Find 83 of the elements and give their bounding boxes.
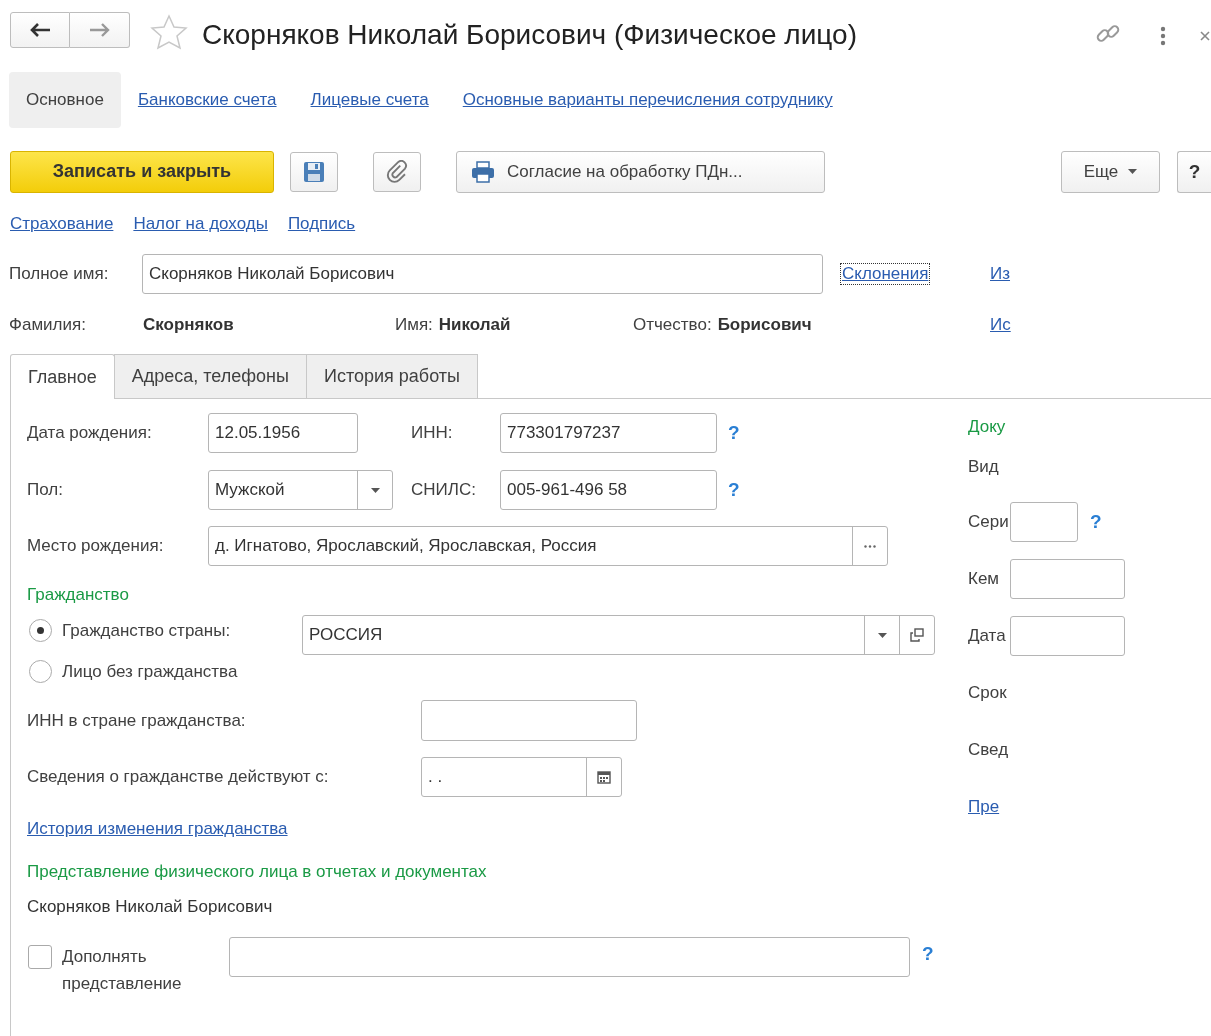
link[interactable]: История изменения гражданства — [27, 819, 288, 838]
date-field[interactable]: . . — [421, 757, 622, 797]
link[interactable]: Налог на доходы — [133, 214, 268, 234]
tab[interactable]: История работы — [306, 354, 478, 399]
checkbox-label: Дополнять представление — [62, 946, 183, 995]
input-field[interactable]: д. Игнатово, Ярославский, Ярославская, Россия — [208, 526, 888, 566]
field-label: Вид — [968, 457, 999, 477]
field-label: Свед — [968, 740, 1009, 760]
help-button[interactable]: ? — [1177, 150, 1211, 193]
field-value: Скорняков — [143, 315, 234, 335]
section-link[interactable]: Основное — [9, 72, 121, 128]
field-label: Дата — [968, 626, 1007, 646]
radio-label: Лицо без гражданства — [62, 661, 238, 682]
ellipsis-icon — [864, 544, 876, 548]
section-link[interactable]: Лицевые счета — [293, 72, 446, 128]
field-label: ИНН: — [411, 423, 454, 443]
help-link[interactable]: ? — [1090, 511, 1102, 533]
field-label: Фамилия: — [9, 315, 87, 335]
tab[interactable]: Главное — [10, 354, 115, 399]
help-link[interactable]: ? — [728, 479, 740, 501]
window-title: Скорняков Николай Борисович (Физическое лицо) — [202, 19, 857, 51]
tab[interactable]: Адреса, телефоны — [113, 354, 307, 399]
link[interactable]: Склонения — [840, 263, 931, 285]
input-field[interactable] — [1010, 616, 1125, 656]
arrow-right-icon — [88, 22, 111, 38]
link[interactable]: Ис — [990, 315, 1011, 335]
paperclip-icon — [386, 159, 408, 184]
section-heading: Доку — [968, 417, 1006, 437]
section-link[interactable]: Банковские счета — [120, 72, 294, 128]
field-label: Сведения о гражданстве действуют с: — [27, 767, 330, 787]
field-label: Дата рождения: — [27, 423, 153, 443]
field-label: ИНН в стране гражданства: — [27, 710, 247, 731]
more-button[interactable]: Еще — [1061, 150, 1160, 193]
field-value: Николай — [438, 315, 511, 335]
input-field[interactable] — [421, 700, 637, 741]
back-button[interactable] — [10, 12, 70, 48]
help-link[interactable]: ? — [728, 422, 740, 444]
attach-button[interactable] — [373, 151, 421, 192]
input-field[interactable] — [1010, 559, 1125, 599]
input-field[interactable] — [229, 937, 910, 977]
link[interactable]: Страхование — [10, 214, 114, 234]
field-label: Сери — [968, 512, 1010, 532]
save-button[interactable] — [290, 151, 338, 192]
section-link[interactable]: Основные варианты перечисления сотруднику — [445, 72, 850, 128]
input-field[interactable]: 12.05.1956 — [208, 413, 358, 453]
link[interactable]: Из — [990, 264, 1010, 284]
printer-icon — [471, 160, 495, 183]
checkbox[interactable] — [28, 945, 52, 969]
input-field[interactable]: 005-961-496 58 — [500, 470, 717, 510]
field-label: СНИЛС: — [411, 480, 477, 500]
caret-icon — [370, 487, 380, 493]
field-label: Имя: — [395, 315, 433, 335]
calendar-icon — [597, 770, 611, 784]
input-field[interactable]: Скорняков Николай Борисович — [142, 254, 823, 294]
caret-icon — [1128, 169, 1138, 174]
text: Скорняков Николай Борисович — [27, 896, 274, 918]
field-label: Отчество: — [633, 315, 712, 335]
radio-button[interactable] — [29, 660, 52, 683]
caret-icon — [877, 632, 887, 638]
close-icon[interactable] — [1200, 30, 1210, 42]
arrow-left-icon — [29, 22, 51, 38]
input-field[interactable]: 773301797237 — [500, 413, 717, 453]
section-heading: Представление физического лица в отчетах и документах — [27, 861, 488, 883]
input-field[interactable] — [1010, 502, 1078, 542]
radio-button[interactable] — [29, 619, 52, 642]
save-and-close-button[interactable]: Записать и закрыть — [10, 150, 274, 193]
field-label: Полное имя: — [9, 264, 110, 284]
field-label: Кем — [968, 569, 1001, 589]
field-label: Место рождения: — [27, 536, 165, 556]
dropdown-field[interactable]: Мужской — [208, 470, 393, 510]
radio-label: Гражданство страны: — [62, 620, 231, 641]
field-value: Борисович — [717, 315, 812, 335]
link[interactable]: Пре — [968, 797, 1000, 817]
dropdown-field[interactable]: РОССИЯ — [302, 615, 935, 655]
section-heading: Гражданство — [27, 584, 130, 606]
more-icon[interactable] — [1160, 26, 1166, 46]
field-label: Пол: — [27, 480, 64, 500]
open-window-icon — [910, 628, 924, 642]
print-button[interactable]: Согласие на обработку ПДн... — [456, 150, 825, 193]
field-label: Срок — [968, 683, 1007, 703]
star-icon[interactable] — [150, 14, 188, 50]
help-link[interactable]: ? — [922, 943, 934, 965]
link[interactable]: Подпись — [287, 214, 356, 234]
